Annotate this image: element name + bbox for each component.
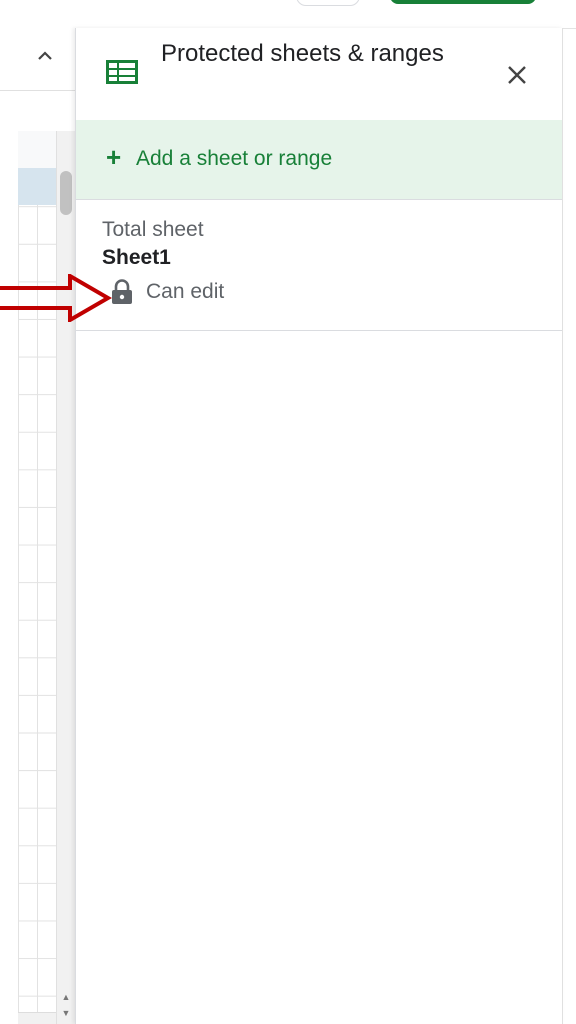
scroll-up-icon[interactable]: ▲ <box>60 991 72 1003</box>
annotation-arrow-icon <box>0 274 112 322</box>
scroll-down-icon[interactable]: ▼ <box>60 1007 72 1019</box>
selected-row[interactable] <box>18 168 56 205</box>
column-header-row <box>18 131 56 169</box>
add-sheet-or-range-label: Add a sheet or range <box>136 147 333 170</box>
protected-ranges-panel: Protected sheets & ranges + Add a sheet … <box>75 28 563 1024</box>
spreadsheet-grid-area: ▲ ▼ <box>0 28 75 1024</box>
plus-icon: + <box>106 142 122 172</box>
range-description: Total sheet <box>102 218 204 241</box>
range-name: Sheet1 <box>102 246 171 269</box>
lock-icon <box>110 279 134 305</box>
vertical-scrollbar[interactable]: ▲ ▼ <box>56 131 75 1024</box>
horizontal-scrollbar[interactable] <box>18 1012 56 1024</box>
google-sheets-icon <box>105 58 139 86</box>
add-sheet-or-range-button[interactable]: + Add a sheet or range <box>76 120 562 200</box>
top-toolbar <box>0 0 576 29</box>
chevron-up-icon[interactable] <box>35 46 55 66</box>
share-button[interactable] <box>390 0 536 4</box>
panel-title: Protected sheets & ranges <box>161 40 444 67</box>
toolbar-button[interactable] <box>296 0 360 6</box>
close-icon[interactable] <box>500 58 534 92</box>
cell-grid[interactable] <box>18 131 56 1024</box>
permission-label: Can edit <box>146 280 225 303</box>
scrollbar-thumb[interactable] <box>60 171 72 215</box>
protected-range-item[interactable]: Total sheet Sheet1 Can edit <box>76 199 562 331</box>
collapse-toolbar <box>0 28 75 91</box>
panel-header: Protected sheets & ranges <box>76 28 562 121</box>
